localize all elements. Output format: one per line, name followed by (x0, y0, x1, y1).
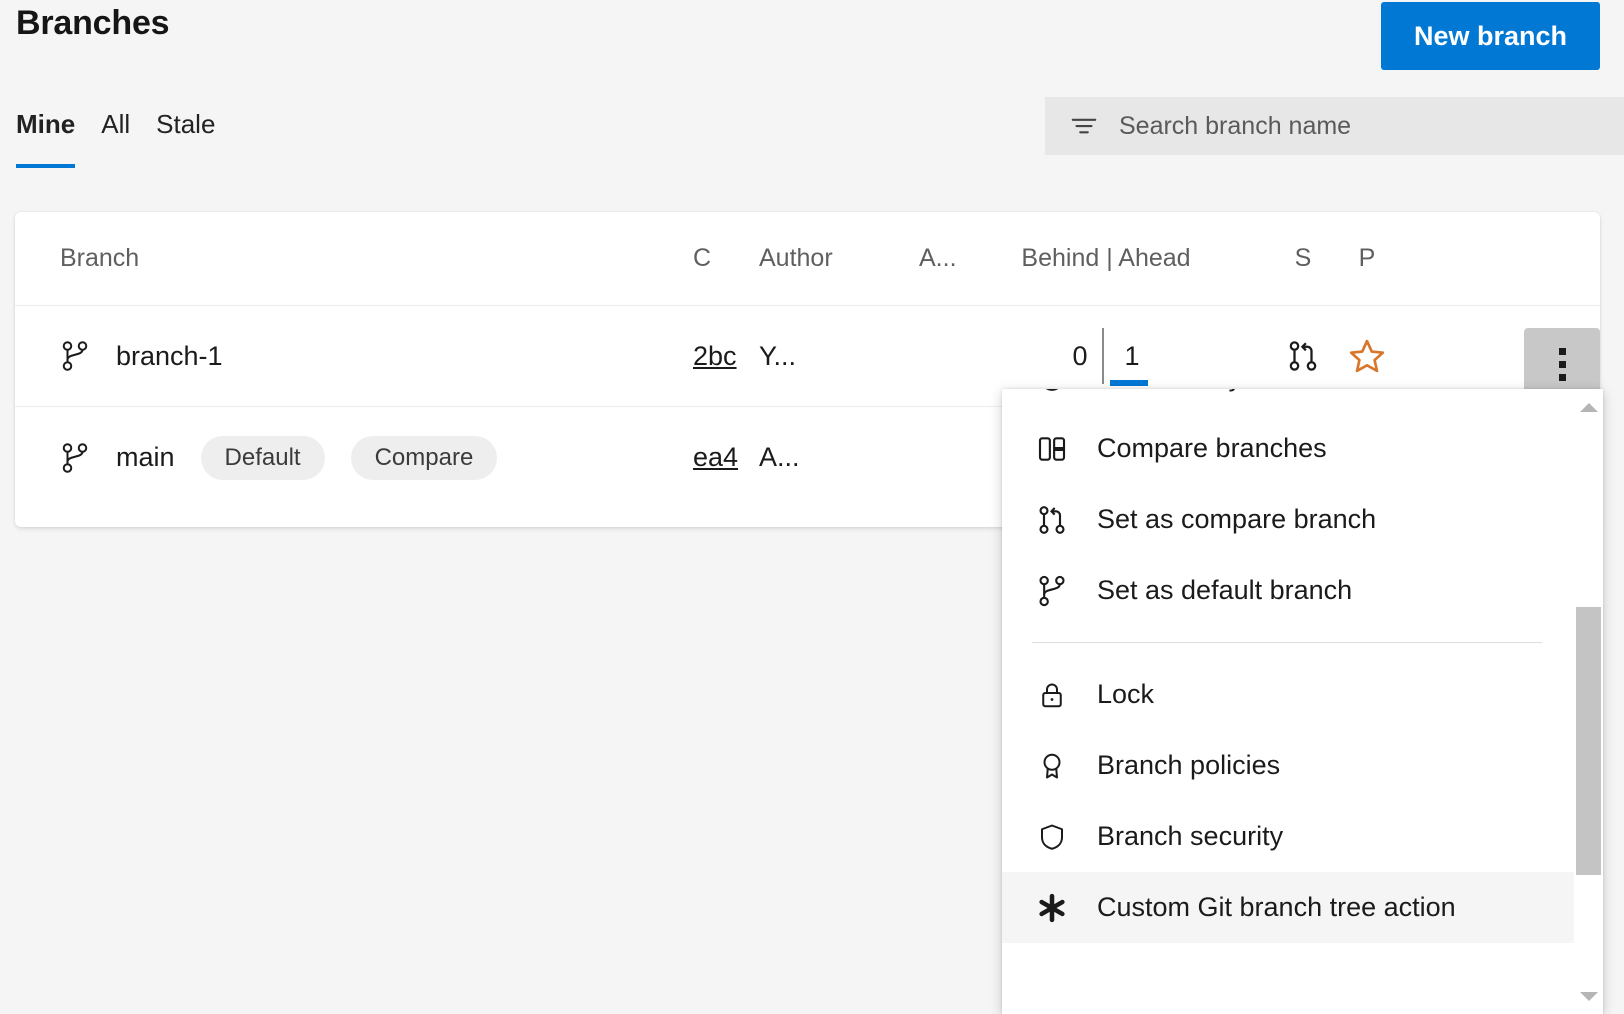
branch-cell: branch-1 (60, 306, 223, 406)
history-icon (1034, 389, 1070, 396)
author-cell: Y... (759, 306, 879, 406)
author-cell: A... (759, 407, 879, 508)
search-input[interactable] (1117, 96, 1624, 156)
menu-item-lock[interactable]: Lock (1002, 659, 1574, 730)
menu-item-compare-branches[interactable]: Compare branches (1002, 413, 1574, 484)
authored-date-cell (919, 407, 979, 508)
column-header-authored-date[interactable]: A... (919, 212, 979, 305)
star-outline-icon[interactable] (1339, 328, 1395, 384)
default-branch-pill: Default (201, 436, 325, 480)
commit-hash-link[interactable]: 2bc (693, 341, 737, 372)
column-header-commit[interactable]: C (693, 212, 747, 305)
menu-item-label: Set as compare branch (1097, 504, 1376, 535)
filter-icon (1069, 111, 1099, 141)
author-name: A... (759, 442, 800, 473)
context-menu-scrollbar[interactable] (1574, 389, 1603, 1014)
column-header-behind-ahead[interactable]: Behind | Ahead (1011, 212, 1201, 305)
column-header-status[interactable]: S (1273, 212, 1333, 305)
chevron-down-icon[interactable] (1574, 978, 1603, 1014)
branch-cell: main Default Compare (60, 407, 497, 508)
tab-stale[interactable]: Stale (156, 104, 241, 144)
column-header-author[interactable]: Author (759, 212, 879, 305)
authored-date-cell (919, 306, 979, 406)
menu-item-branch-security[interactable]: Branch security (1002, 801, 1574, 872)
ribbon-icon (1034, 748, 1070, 784)
new-branch-button[interactable]: New branch (1381, 2, 1600, 70)
branch-name[interactable]: main (116, 442, 175, 473)
pull-request-icon[interactable] (1275, 328, 1331, 384)
menu-item-branch-policies[interactable]: Branch policies (1002, 730, 1574, 801)
ahead-count: 1 (1104, 341, 1154, 372)
chevron-up-icon[interactable] (1574, 389, 1603, 425)
branch-context-menu: View history Compare branches (1002, 389, 1603, 1014)
menu-item-set-as-default-branch[interactable]: Set as default branch (1002, 555, 1574, 626)
commit-hash-link[interactable]: ea4 (693, 442, 738, 473)
context-menu-items: View history Compare branches (1002, 389, 1574, 943)
asterisk-icon (1034, 890, 1070, 926)
scrollbar-thumb[interactable] (1576, 607, 1601, 875)
lock-icon (1034, 677, 1070, 713)
menu-item-label: Branch policies (1097, 750, 1280, 781)
tab-mine[interactable]: Mine (16, 104, 101, 144)
menu-item-label: View history (1097, 389, 1242, 393)
more-dot (1559, 374, 1566, 381)
branch-name[interactable]: branch-1 (116, 341, 223, 372)
author-name: Y... (759, 341, 796, 372)
menu-item-label: Set as default branch (1097, 575, 1352, 606)
menu-item-label: Custom Git branch tree action (1097, 892, 1456, 923)
commit-cell: 2bc (693, 306, 747, 406)
commit-cell: ea4 (693, 407, 747, 508)
menu-item-label: Lock (1097, 679, 1154, 710)
table-header-row: Branch C Author A... Behind | Ahead S P (15, 212, 1600, 306)
menu-item-label: Compare branches (1097, 433, 1327, 464)
menu-separator (1032, 642, 1542, 643)
set-compare-branch-icon (1034, 502, 1070, 538)
compare-branches-icon (1034, 431, 1070, 467)
tab-all[interactable]: All (101, 104, 156, 144)
search-branch-box[interactable] (1045, 97, 1624, 155)
more-dot (1559, 361, 1566, 368)
git-branch-icon (60, 339, 90, 373)
page-title: Branches (16, 4, 169, 43)
behind-count: 0 (1058, 341, 1102, 372)
menu-item-custom-git-branch-tree-action[interactable]: Custom Git branch tree action (1002, 872, 1574, 943)
menu-item-label: Branch security (1097, 821, 1283, 852)
branch-filter-tabs: Mine All Stale (16, 104, 241, 144)
git-branch-icon (1034, 573, 1070, 609)
column-header-branch[interactable]: Branch (60, 212, 139, 305)
column-header-pull-request[interactable]: P (1337, 212, 1397, 305)
menu-item-view-history[interactable]: View history (1002, 389, 1574, 413)
more-dot (1559, 348, 1566, 355)
scrollbar-track[interactable] (1574, 425, 1603, 978)
menu-item-set-as-compare-branch[interactable]: Set as compare branch (1002, 484, 1574, 555)
compare-branch-pill[interactable]: Compare (351, 436, 498, 480)
git-branch-icon (60, 441, 90, 475)
shield-icon (1034, 819, 1070, 855)
